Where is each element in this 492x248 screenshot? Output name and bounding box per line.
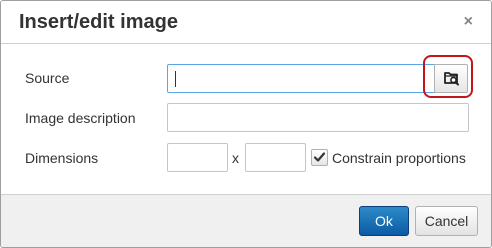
text-caret [175,71,176,87]
dialog-title: Insert/edit image [19,11,178,33]
dimensions-label: Dimensions [25,150,99,166]
close-icon[interactable]: × [464,14,473,30]
source-input[interactable] [167,64,435,93]
checkmark-icon [313,152,326,162]
dialog-footer: Ok Cancel [1,194,491,247]
highlight-annotation [423,55,473,98]
constrain-proportions-label[interactable]: Constrain proportions [332,150,466,166]
constrain-proportions-checkbox[interactable] [311,149,328,166]
source-label: Source [25,70,70,86]
description-input[interactable] [167,103,469,132]
cancel-button[interactable]: Cancel [415,206,478,236]
description-label: Image description [25,110,136,126]
width-input[interactable] [167,143,228,172]
insert-image-dialog: Insert/edit image × Source Image descrip… [0,0,492,248]
ok-button[interactable]: Ok [359,206,409,236]
dialog-header: Insert/edit image × [1,1,491,44]
dimension-separator: x [232,150,239,166]
height-input[interactable] [245,143,306,172]
